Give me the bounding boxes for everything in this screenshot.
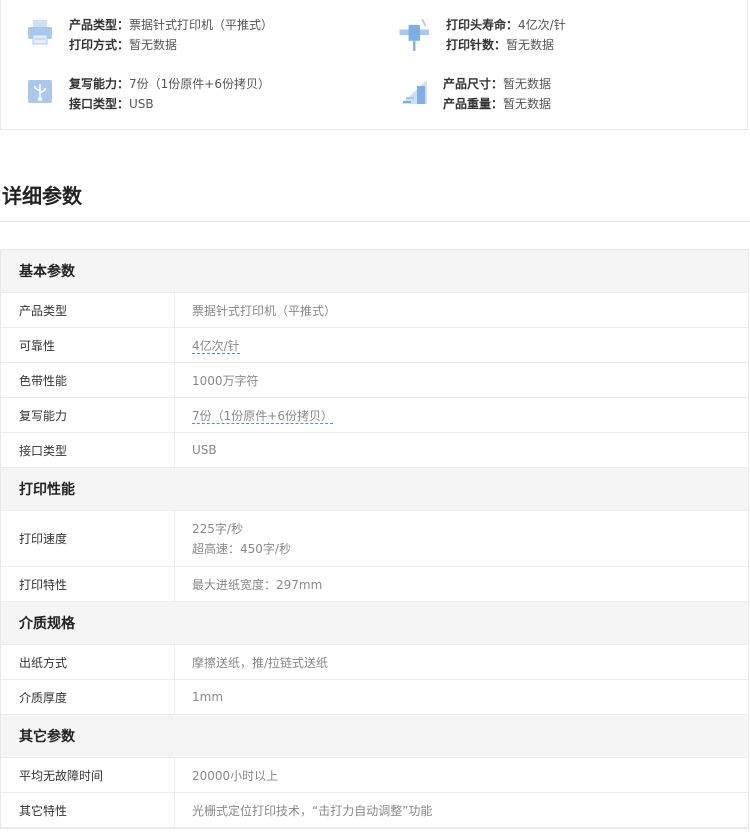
param-value: 225字/秒 bbox=[192, 521, 243, 536]
summary-value: USB bbox=[129, 97, 154, 111]
size-icon bbox=[401, 80, 427, 104]
summary-value: 票据针式打印机（平推式） bbox=[129, 18, 274, 32]
param-value-link[interactable]: 4亿次/针 bbox=[192, 338, 240, 354]
param-value-cell: 1mm bbox=[175, 680, 223, 714]
param-key: 可靠性 bbox=[1, 328, 175, 362]
param-value-cell: 20000小时以上 bbox=[175, 758, 278, 792]
param-key: 平均无故障时间 bbox=[1, 758, 175, 792]
summary-panel: 产品类型：票据针式打印机（平推式） 打印方式：暂无数据 打印头寿命：4亿次/针 … bbox=[0, 0, 748, 130]
param-value: USB bbox=[192, 443, 217, 457]
summary-value: 暂无数据 bbox=[129, 38, 178, 52]
param-value-cell: 摩擦送纸，推/拉链式送纸 bbox=[175, 645, 328, 679]
param-value-cell: 光栅式定位打印技术，“击打力自动调整”功能 bbox=[175, 793, 432, 827]
param-value: 光栅式定位打印技术，“击打力自动调整”功能 bbox=[192, 803, 433, 818]
section-title: 详细参数 bbox=[2, 184, 82, 208]
group-header: 其它参数 bbox=[1, 715, 748, 758]
summary-value: 暂无数据 bbox=[506, 38, 555, 52]
param-value-cell: 最大进纸宽度：297mm bbox=[175, 567, 322, 601]
group-header: 打印性能 bbox=[1, 468, 748, 511]
param-key: 接口类型 bbox=[1, 433, 175, 467]
printer-icon bbox=[28, 20, 52, 45]
table-row: 平均无故障时间 20000小时以上 bbox=[1, 758, 748, 793]
table-row: 其它特性 光栅式定位打印技术，“击打力自动调整”功能 bbox=[1, 793, 748, 828]
summary-label: 产品尺寸： bbox=[443, 77, 504, 91]
summary-label: 打印针数： bbox=[446, 38, 507, 52]
param-value: 摩擦送纸，推/拉链式送纸 bbox=[192, 655, 329, 670]
param-key: 复写能力 bbox=[1, 398, 175, 432]
table-row: 介质厚度 1mm bbox=[1, 680, 748, 715]
table-row: 色带性能 1000万字符 bbox=[1, 363, 748, 398]
param-key: 其它特性 bbox=[1, 793, 175, 827]
table-row: 打印特性 最大进纸宽度：297mm bbox=[1, 567, 748, 602]
summary-label: 打印头寿命： bbox=[446, 18, 519, 32]
param-key: 产品类型 bbox=[1, 293, 175, 327]
param-value-cell: 票据针式打印机（平推式） bbox=[175, 293, 336, 327]
param-value: 20000小时以上 bbox=[192, 768, 279, 783]
param-value-cell: 225字/秒 超高速：450字/秒 bbox=[175, 511, 291, 566]
param-key: 色带性能 bbox=[1, 363, 175, 397]
group-header: 介质规格 bbox=[1, 602, 748, 645]
summary-label: 接口类型： bbox=[69, 97, 130, 111]
table-row: 产品类型 票据针式打印机（平推式） bbox=[1, 293, 748, 328]
summary-value: 4亿次/针 bbox=[518, 18, 566, 32]
param-value-cell: 4亿次/针 bbox=[175, 328, 240, 362]
param-value: 超高速：450字/秒 bbox=[192, 541, 291, 556]
summary-label: 产品重量： bbox=[443, 97, 504, 111]
param-key: 打印特性 bbox=[1, 567, 175, 601]
usb-icon bbox=[28, 80, 52, 103]
param-key: 介质厚度 bbox=[1, 680, 175, 714]
param-value-cell: 1000万字符 bbox=[175, 363, 259, 397]
param-value: 票据针式打印机（平推式） bbox=[192, 303, 337, 318]
table-row: 打印速度 225字/秒 超高速：450字/秒 bbox=[1, 511, 748, 567]
summary-value: 暂无数据 bbox=[503, 97, 552, 111]
param-value: 最大进纸宽度：297mm bbox=[192, 577, 323, 592]
table-row: 可靠性 4亿次/针 bbox=[1, 328, 748, 363]
summary-item-type: 产品类型：票据针式打印机（平推式） 打印方式：暂无数据 bbox=[25, 15, 273, 55]
summary-value: 暂无数据 bbox=[503, 77, 552, 91]
param-value-cell: USB bbox=[175, 433, 217, 467]
group-header: 基本参数 bbox=[1, 250, 748, 293]
param-key: 打印速度 bbox=[1, 511, 175, 566]
params-table: 基本参数 产品类型 票据针式打印机（平推式） 可靠性 4亿次/针 色带性能 10… bbox=[0, 249, 749, 829]
summary-item-copy: 复写能力：7份（1份原件+6份拷贝） 接口类型：USB bbox=[25, 74, 270, 114]
table-row: 复写能力 7份（1份原件+6份拷贝） bbox=[1, 398, 748, 433]
summary-label: 打印方式： bbox=[69, 38, 130, 52]
summary-label: 复写能力： bbox=[69, 77, 130, 91]
summary-item-head: 打印头寿命：4亿次/针 打印针数：暂无数据 bbox=[395, 15, 566, 55]
summary-label: 产品类型： bbox=[69, 18, 130, 32]
param-key: 出纸方式 bbox=[1, 645, 175, 679]
table-row: 接口类型 USB bbox=[1, 433, 748, 468]
param-value-cell: 7份（1份原件+6份拷贝） bbox=[175, 398, 333, 432]
summary-value: 7份（1份原件+6份拷贝） bbox=[129, 77, 270, 91]
param-value: 1mm bbox=[192, 690, 224, 704]
summary-item-size: 产品尺寸：暂无数据 产品重量：暂无数据 bbox=[399, 74, 551, 114]
param-value-link[interactable]: 7份（1份原件+6份拷贝） bbox=[192, 408, 333, 424]
print-head-icon bbox=[399, 18, 429, 51]
param-value: 1000万字符 bbox=[192, 373, 259, 388]
table-row: 出纸方式 摩擦送纸，推/拉链式送纸 bbox=[1, 645, 748, 680]
section-divider bbox=[0, 221, 750, 222]
